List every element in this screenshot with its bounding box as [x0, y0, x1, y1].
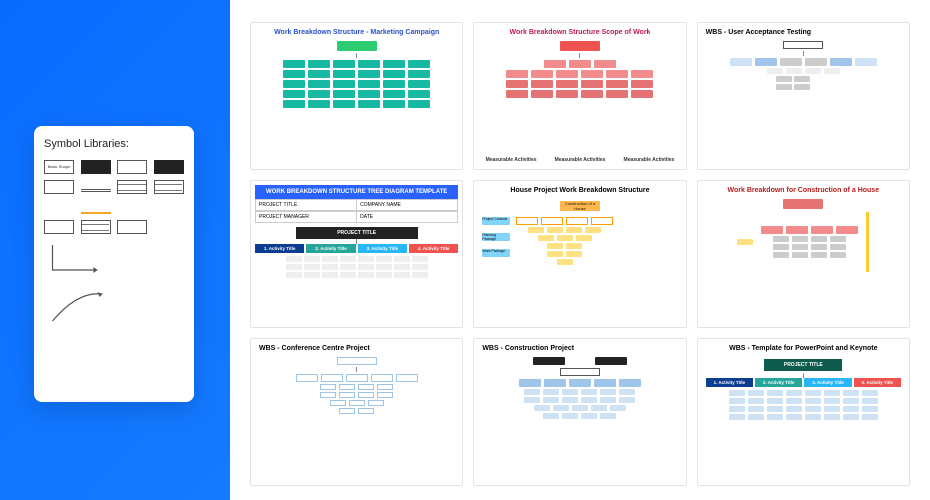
meta-value: DATE	[357, 212, 457, 222]
template-card-marketing[interactable]: Work Breakdown Structure - Marketing Cam…	[250, 22, 463, 170]
template-title: Work Breakdown Structure Scope of Work	[482, 29, 677, 37]
pill-row: 1. Activity Title 2. Activity Title 3. A…	[706, 378, 901, 387]
symbol-rect-outline-2[interactable]	[117, 220, 147, 234]
activity-pill: 1. Activity Title	[255, 244, 304, 253]
left-label: Planning Package	[482, 233, 510, 241]
symbol-panel-title: Symbol Libraries:	[44, 138, 184, 150]
diagram-icon	[706, 41, 901, 163]
symbol-rect-thin[interactable]	[44, 220, 74, 234]
left-label: Project Controls	[482, 217, 510, 225]
symbol-elbow-arrow[interactable]	[44, 240, 111, 280]
template-card-conference[interactable]: WBS - Conference Centre Project	[250, 338, 463, 486]
template-card-scope[interactable]: Work Breakdown Structure Scope of Work M…	[473, 22, 686, 170]
template-card-house[interactable]: House Project Work Breakdown Structure C…	[473, 180, 686, 328]
template-title: Work Breakdown for Construction of a Hou…	[706, 187, 901, 195]
symbol-rect-dark[interactable]	[81, 160, 111, 174]
symbol-underline[interactable]	[81, 200, 111, 214]
diagram-icon	[706, 199, 901, 321]
symbol-rect-basic[interactable]: Basic Shape	[44, 160, 74, 174]
root-node: PROJECT TITLE	[296, 227, 418, 239]
activity-pill: 2. Activity Title	[755, 378, 802, 387]
template-gallery: Work Breakdown Structure - Marketing Cam…	[230, 0, 930, 500]
caption-row: Measurable Activities Measurable Activit…	[482, 157, 677, 163]
symbol-table-3[interactable]	[81, 220, 111, 234]
diagram-icon	[482, 41, 677, 153]
meta-label: PROJECT TITLE	[256, 200, 357, 210]
symbol-double-line[interactable]	[81, 180, 111, 192]
template-card-construction[interactable]: WBS - Construction Project	[473, 338, 686, 486]
diagram-icon	[259, 357, 454, 479]
symbol-rect-filled[interactable]	[154, 160, 184, 174]
symbol-curve-arrow[interactable]	[44, 286, 111, 326]
template-title: WBS - User Acceptance Testing	[706, 29, 901, 37]
caption: Measurable Activities	[555, 157, 606, 163]
template-title: House Project Work Breakdown Structure	[482, 187, 677, 195]
activity-pill: 4. Activity Title	[854, 378, 901, 387]
symbol-rect-label[interactable]	[44, 180, 74, 194]
meta-row: PROJECT MANAGER DATE	[255, 211, 458, 223]
template-card-ppt[interactable]: WBS - Template for PowerPoint and Keynot…	[697, 338, 910, 486]
subtitle: Construction of a House	[560, 201, 600, 211]
symbol-libraries-panel: Symbol Libraries: Basic Shape	[34, 126, 194, 402]
template-header: WORK BREAKDOWN STRUCTURE TREE DIAGRAM TE…	[255, 185, 458, 199]
pill-row: 1. Activity Title 2. Activity Title 3. A…	[255, 244, 458, 253]
caption: Measurable Activities	[623, 157, 674, 163]
diagram-icon: Project Controls Planning Package Work P…	[482, 213, 677, 321]
caption: Measurable Activities	[486, 157, 537, 163]
meta-label: PROJECT MANAGER	[256, 212, 357, 222]
symbol-rect-outline[interactable]	[117, 160, 147, 174]
template-title: WBS - Conference Centre Project	[259, 345, 454, 353]
template-card-uat[interactable]: WBS - User Acceptance Testing	[697, 22, 910, 170]
activity-pill: 4. Activity Title	[409, 244, 458, 253]
symbol-blank-2[interactable]	[117, 200, 147, 214]
activity-pill: 2. Activity Title	[306, 244, 355, 253]
template-title: WBS - Construction Project	[482, 345, 677, 353]
symbol-grid: Basic Shape	[44, 160, 184, 326]
diagram-icon	[259, 41, 454, 163]
template-title: WBS - Template for PowerPoint and Keynot…	[706, 345, 901, 353]
diagram-icon	[482, 357, 677, 479]
activity-pill: 3. Activity Title	[358, 244, 407, 253]
activity-pill: 3. Activity Title	[804, 378, 851, 387]
template-grid: Work Breakdown Structure - Marketing Cam…	[250, 22, 910, 486]
meta-value: COMPANY NAME	[357, 200, 457, 210]
meta-row: PROJECT TITLE COMPANY NAME	[255, 199, 458, 211]
symbol-blank-1[interactable]	[44, 200, 74, 214]
template-card-tree-diagram[interactable]: WORK BREAKDOWN STRUCTURE TREE DIAGRAM TE…	[250, 180, 463, 328]
root-node: PROJECT TITLE	[764, 359, 842, 371]
template-title: Work Breakdown Structure - Marketing Cam…	[259, 29, 454, 37]
symbol-table-2[interactable]	[154, 180, 184, 194]
template-card-construction-house[interactable]: Work Breakdown for Construction of a Hou…	[697, 180, 910, 328]
symbol-table[interactable]	[117, 180, 147, 194]
symbol-blank-3[interactable]	[154, 200, 184, 214]
left-label: Work Package	[482, 249, 510, 257]
activity-pill: 1. Activity Title	[706, 378, 753, 387]
